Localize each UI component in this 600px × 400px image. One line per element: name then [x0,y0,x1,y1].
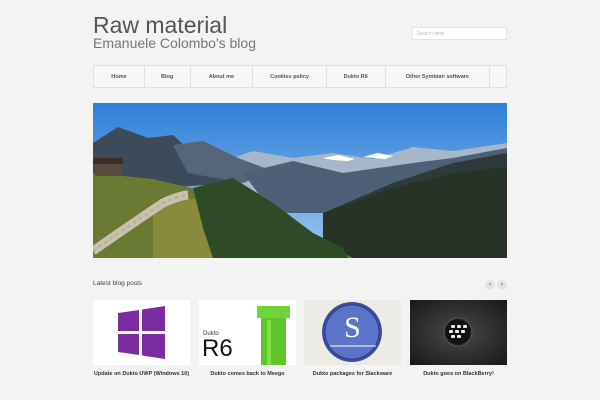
nav-item-blog[interactable]: Blog [145,66,191,87]
post-title[interactable]: Dukto comes back to Meego [199,371,296,378]
post-thumbnail[interactable]: Dukto R6 [199,300,296,365]
carousel-next-button[interactable]: › [497,280,507,290]
post-card[interactable]: S Dukto packages for Slackware [304,300,401,378]
nav-item-cookies-policy[interactable]: Cookies policy [253,66,327,87]
hero-image[interactable] [93,103,507,258]
search-input[interactable]: Search here [412,27,507,40]
latest-posts-heading: Latest blog posts [93,280,143,287]
post-title[interactable]: Update on Dukto UWP (Windows 10) [93,371,190,378]
nav-item-about-me[interactable]: About me [191,66,254,87]
nav-item-spacer [490,66,506,87]
site-tagline: Emanuele Colombo's blog [93,35,256,51]
mountain-landscape-image [93,103,507,258]
post-title[interactable]: Dukto packages for Slackware [304,371,401,378]
carousel-prev-button[interactable]: ‹ [485,280,495,290]
post-thumbnail[interactable] [93,300,190,365]
main-navigation: Home Blog About me Cookies policy Dukto … [93,65,507,88]
post-thumbnail[interactable]: S [304,300,401,365]
post-card[interactable]: Dukto goes on BlackBerry! [410,300,507,378]
blackberry-logo-icon [410,300,507,365]
post-card[interactable]: Dukto R6 Dukto comes back to Meego [199,300,296,378]
windows-logo-icon [93,300,190,365]
post-thumbnail[interactable] [410,300,507,365]
post-card[interactable]: Update on Dukto UWP (Windows 10) [93,300,190,378]
nav-item-other-symbian-software[interactable]: Other Symbian software [386,66,491,87]
nav-item-home[interactable]: Home [94,66,145,87]
post-title[interactable]: Dukto goes on BlackBerry! [410,371,507,378]
r6-large-text: R6 [202,335,233,362]
slackware-letter: S [344,311,361,344]
nav-item-dukto-r6[interactable]: Dukto R6 [327,66,386,87]
